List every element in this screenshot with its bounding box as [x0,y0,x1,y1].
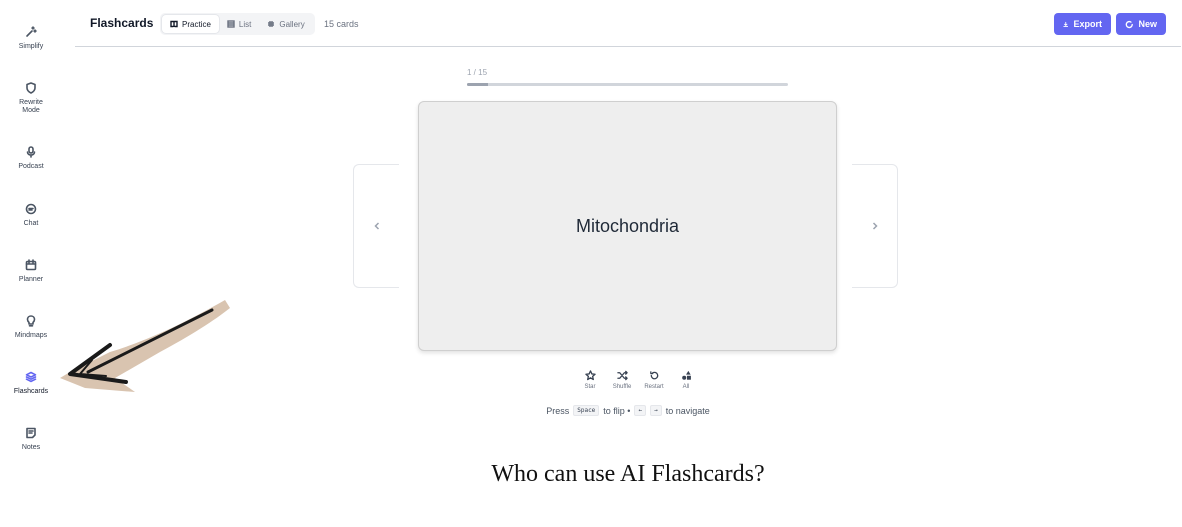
hint-flip: to flip • [603,405,631,416]
calendar-icon [25,259,37,271]
sidebar-item-chat[interactable]: Chat [0,203,62,228]
note-icon [26,427,36,439]
right-arrow-key: → [650,405,662,416]
sidebar-item-podcast[interactable]: Podcast [0,146,62,171]
sidebar-item-label: Chat [23,220,39,227]
flashcard[interactable]: Mitochondria [418,101,837,351]
microphone-icon [26,146,36,158]
tab-label: List [238,19,252,29]
lightbulb-icon [26,315,36,327]
all-button[interactable]: All [670,370,702,390]
action-label: All [682,384,690,390]
sidebar-item-label: Notes [21,444,41,451]
tab-practice[interactable]: Practice [162,15,219,33]
card-position: 1 / 15 [467,68,488,77]
export-button[interactable]: Export [1054,13,1111,35]
tab-label: Practice [182,19,211,29]
star-icon [584,370,596,381]
progress-bar [467,83,788,86]
section-heading: Who can use AI Flashcards? [491,461,765,487]
sidebar-item-planner[interactable]: Planner [0,259,62,284]
book-icon [170,20,178,28]
new-label: New [1138,19,1157,29]
sidebar-item-simplify[interactable]: Simplify [0,26,62,51]
action-label: Shuffle [612,384,632,390]
space-key: Space [573,405,600,416]
chevron-right-icon [872,222,878,230]
shuffle-icon [616,370,628,381]
restart-icon [649,371,658,380]
sidebar-item-label: Simplify [18,43,44,50]
tab-label: Gallery [279,19,305,29]
refresh-icon [1125,20,1133,28]
card-actions: Star Shuffle Restart All [574,370,702,390]
chevron-left-icon [373,222,379,230]
hint-press: Press [546,405,570,416]
top-bar: Flashcards Practice List Gallery 15 card… [75,0,1181,47]
list-icon [227,20,235,28]
sidebar-item-notes[interactable]: Notes [0,427,62,452]
left-arrow-key: ← [634,405,647,416]
page-title: Flashcards [90,16,154,30]
sidebar-item-rewrite-mode[interactable]: Rewrite Mode [0,82,62,115]
previous-card-button[interactable] [353,164,399,288]
tab-list[interactable]: List [219,15,259,33]
action-label: Star [584,384,596,390]
next-card-button[interactable] [852,164,898,288]
new-button[interactable]: New [1116,13,1166,35]
sidebar-item-label: Rewrite Mode [19,99,43,114]
export-label: Export [1073,19,1102,29]
restart-button[interactable]: Restart [638,370,670,390]
flashcard-term: Mitochondria [575,215,680,236]
chat-bubble-icon [25,203,37,215]
action-label: Restart [644,384,664,390]
keyboard-hint: Press Space to flip • ← → to navigate [0,405,1182,416]
annotation-arrow-icon [60,300,230,392]
star-button[interactable]: Star [574,370,606,390]
card-count: 15 cards [324,19,359,29]
sidebar-item-label: Podcast [18,163,44,170]
sidebar-item-label: Planner [18,276,44,283]
shield-icon [26,82,36,94]
download-icon [1063,21,1069,27]
grid-icon [268,21,275,27]
layers-icon [25,371,37,383]
progress-fill [467,83,489,86]
shuffle-button[interactable]: Shuffle [606,370,638,390]
magic-wand-icon [26,26,37,37]
hint-navigate: to navigate [665,405,710,416]
view-tabs: Practice List Gallery [160,13,315,35]
tab-gallery[interactable]: Gallery [259,15,312,33]
sidebar: Simplify Rewrite Mode Podcast Chat Plann… [0,0,62,527]
shapes-icon [681,370,691,380]
